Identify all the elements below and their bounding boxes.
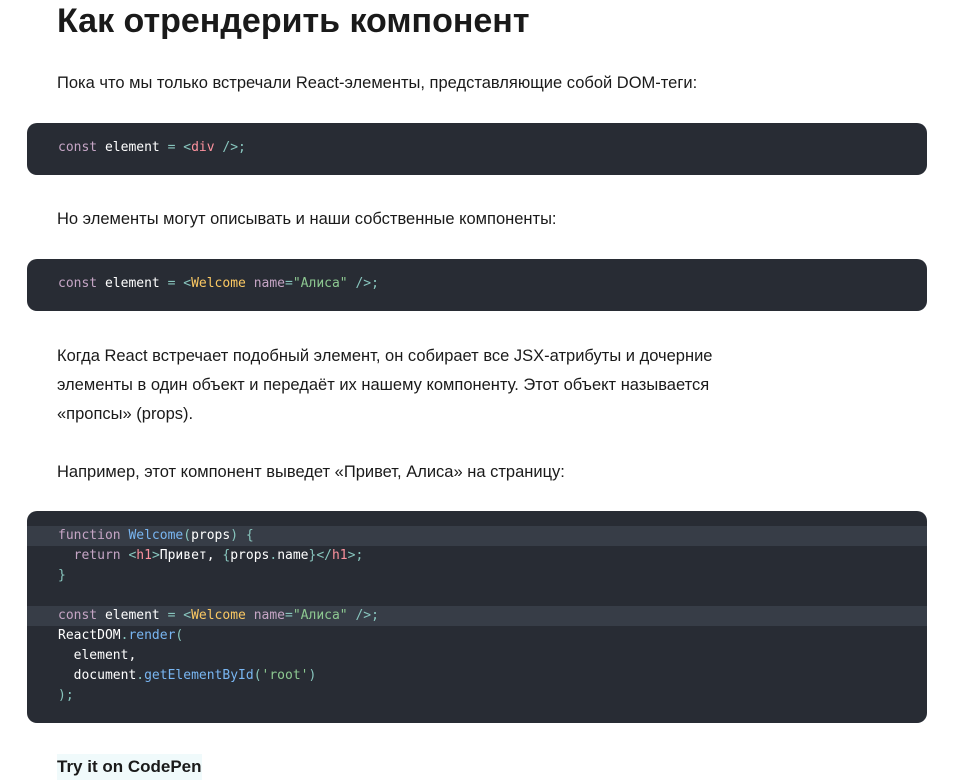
try-on-codepen-link[interactable]: Try it on CodePen [57, 754, 202, 780]
code-block-welcome-example[interactable]: function Welcome(props) { return <h1>При… [27, 511, 927, 723]
props-explanation-paragraph: Когда React встречает подобный элемент, … [57, 342, 712, 429]
doc-page: Как отрендерить компонент Пока что мы то… [0, 0, 973, 780]
page-title: Как отрендерить компонент [57, 2, 530, 40]
intro-paragraph: Пока что мы только встречали React-элеме… [57, 74, 698, 92]
components-paragraph: Но элементы могут описывать и наши собст… [57, 210, 557, 228]
code-block-div-element[interactable]: const element = <div />; [27, 123, 927, 175]
paragraph-line: Когда React встречает подобный элемент, … [57, 347, 713, 365]
paragraph-line: «пропсы» (props). [57, 405, 194, 423]
code-line: const element = <div />; [58, 140, 246, 155]
code-line: return <h1>Привет, {props.name}</h1>; [73, 548, 364, 563]
code-line: } [58, 568, 66, 583]
code-line: ); [58, 688, 74, 703]
example-paragraph: Например, этот компонент выведет «Привет… [57, 463, 565, 481]
code-line-highlighted: const element = <Welcome name="Алиса" />… [27, 606, 927, 626]
code-line-highlighted: function Welcome(props) { [27, 526, 927, 546]
code-line: const element = <Welcome name="Алиса" />… [58, 276, 379, 291]
code-line: element, [58, 648, 137, 663]
code-line: ReactDOM.render( [58, 628, 184, 643]
paragraph-line: элементы в один объект и передаёт их наш… [57, 376, 710, 394]
code-block-welcome-element[interactable]: const element = <Welcome name="Алиса" />… [27, 259, 927, 311]
code-line: document.getElementById('root') [73, 668, 317, 683]
